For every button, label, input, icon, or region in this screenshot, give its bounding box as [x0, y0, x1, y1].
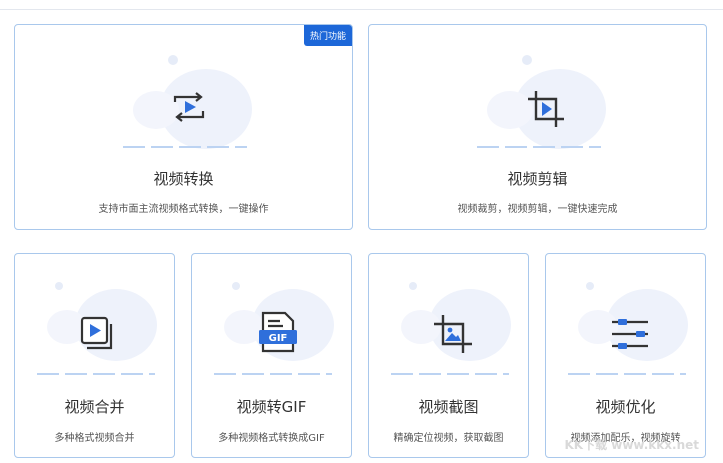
video-optimize-card[interactable]: 视频优化 视频添加配乐，视频旋转 KK下载 www.kkx.net	[545, 253, 706, 458]
video-convert-card[interactable]: 热门功能 视频转换 支持市面主流视频格式转换，一键操作	[14, 24, 353, 230]
decor-dot	[409, 282, 417, 290]
decor-dashes	[477, 146, 601, 148]
card-description: 视频裁剪，视频剪辑，一键快速完成	[457, 204, 618, 215]
card-title: 视频优化	[595, 398, 656, 416]
decor-dot	[232, 282, 240, 290]
merge-icon	[77, 312, 121, 356]
watermark: KK下载 www.kkx.net	[564, 438, 699, 452]
decor-dashes	[391, 373, 509, 375]
card-title: 视频合并	[64, 398, 125, 416]
decor-dot	[168, 55, 178, 65]
decor-dot	[55, 282, 63, 290]
card-description: 支持市面主流视频格式转换，一键操作	[98, 204, 269, 215]
card-description: 多种格式视频合并	[54, 433, 135, 444]
crop-icon	[524, 87, 568, 131]
card-title: 视频剪辑	[507, 170, 568, 188]
gif-icon: GIF	[256, 310, 300, 354]
video-merge-card[interactable]: 视频合并 多种格式视频合并	[14, 253, 175, 458]
gif-icon-text: GIF	[269, 333, 288, 344]
card-title: 视频转换	[153, 170, 214, 188]
card-description: 精确定位视频，获取截图	[393, 433, 504, 444]
decor-dashes	[214, 373, 332, 375]
hot-feature-badge: 热门功能	[303, 25, 352, 46]
decor-dashes	[123, 146, 247, 148]
decor-dot	[586, 282, 594, 290]
decor-dashes	[568, 373, 686, 375]
top-divider	[0, 9, 723, 10]
video-edit-card[interactable]: 视频剪辑 视频裁剪，视频剪辑，一键快速完成	[368, 24, 707, 230]
convert-icon	[167, 85, 211, 129]
card-title: 视频转GIF	[236, 398, 307, 416]
video-to-gif-card[interactable]: GIF 视频转GIF 多种视频格式转换成GIF	[191, 253, 352, 458]
video-screenshot-card[interactable]: 视频截图 精确定位视频，获取截图	[368, 253, 529, 458]
screenshot-icon	[431, 312, 475, 356]
decor-dashes	[37, 373, 155, 375]
sliders-icon	[608, 312, 652, 356]
card-description: 多种视频格式转换成GIF	[218, 433, 325, 444]
card-title: 视频截图	[418, 398, 479, 416]
decor-dot	[522, 55, 532, 65]
